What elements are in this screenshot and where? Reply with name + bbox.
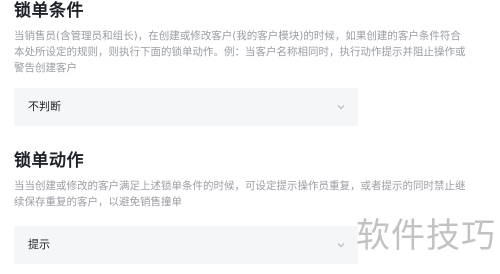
lock-action-title: 锁单动作	[14, 151, 84, 171]
lock-action-select-value: 提示	[28, 238, 50, 251]
lock-action-select[interactable]: 提示	[14, 226, 358, 264]
lock-condition-section: 锁单条件 当销售员(含管理员和组长)，在创建或修改客户(我的客户模块)的时候，如…	[14, 0, 484, 126]
lock-condition-select[interactable]: 不判断	[14, 88, 358, 126]
chevron-down-icon	[336, 102, 346, 112]
chevron-down-icon	[336, 240, 346, 250]
lock-condition-description: 当销售员(含管理员和组长)，在创建或修改客户(我的客户模块)的时候，如果创建的客…	[14, 30, 466, 74]
lock-condition-select-value: 不判断	[28, 100, 61, 113]
lock-condition-title: 锁单条件	[14, 1, 84, 21]
watermark-text: 软件技巧	[356, 216, 496, 256]
lock-action-section: 锁单动作 当当创建或修改的客户满足上述锁单条件的时候，可设定提示操作员重复，或者…	[14, 150, 484, 264]
lock-action-description: 当当创建或修改的客户满足上述锁单条件的时候，可设定提示操作员重复，或者提示的同时…	[14, 180, 466, 208]
